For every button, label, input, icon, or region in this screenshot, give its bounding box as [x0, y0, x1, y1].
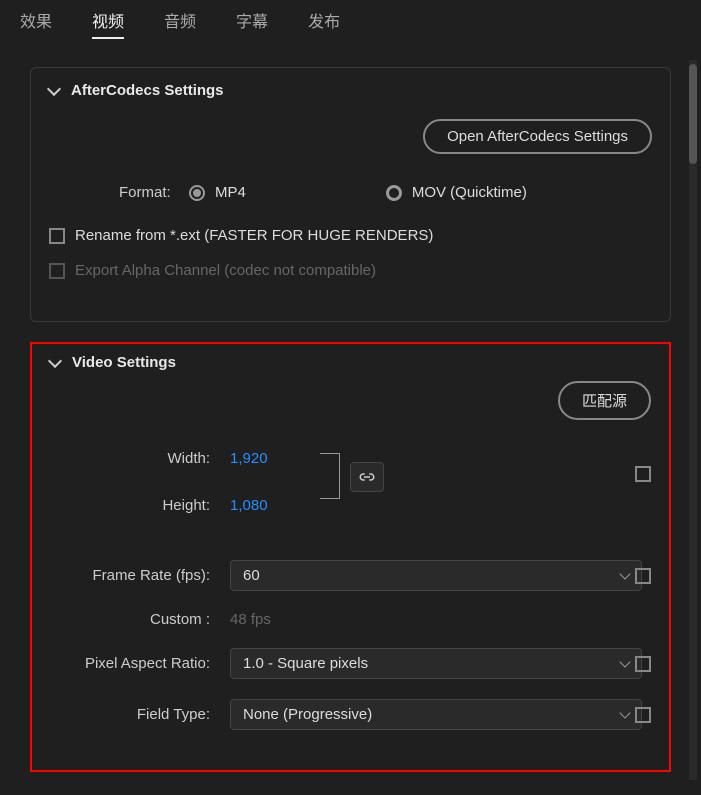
- aftercodecs-header[interactable]: AfterCodecs Settings: [49, 82, 652, 99]
- radio-mov-label: MOV (Quicktime): [412, 184, 527, 201]
- framerate-value: 60: [243, 567, 260, 584]
- width-label: Width:: [50, 450, 230, 467]
- fieldtype-value: None (Progressive): [243, 706, 372, 723]
- radio-mp4[interactable]: MP4: [189, 184, 246, 201]
- framerate-label: Frame Rate (fps):: [50, 567, 230, 584]
- scrollbar-thumb[interactable]: [689, 64, 697, 164]
- chevron-down-icon: [47, 82, 61, 96]
- video-settings-panel: Video Settings 匹配源 Width: 1,920 Height: …: [30, 342, 671, 772]
- aftercodecs-title: AfterCodecs Settings: [71, 82, 224, 99]
- tab-audio[interactable]: 音频: [164, 8, 196, 39]
- par-label: Pixel Aspect Ratio:: [50, 655, 230, 672]
- dimension-lock-checkbox[interactable]: [635, 466, 651, 482]
- framerate-select[interactable]: 60: [230, 560, 642, 591]
- height-input[interactable]: 1,080: [230, 497, 268, 514]
- radio-icon: [386, 185, 402, 201]
- custom-label: Custom :: [50, 611, 230, 628]
- radio-icon: [189, 185, 205, 201]
- chevron-down-icon: [619, 707, 630, 718]
- link-icon: [358, 470, 376, 484]
- width-input[interactable]: 1,920: [230, 450, 268, 467]
- par-value: 1.0 - Square pixels: [243, 655, 368, 672]
- par-lock-checkbox[interactable]: [635, 656, 651, 672]
- fieldtype-lock-checkbox[interactable]: [635, 707, 651, 723]
- alpha-checkbox-row: Export Alpha Channel (codec not compatib…: [49, 262, 652, 279]
- rename-checkbox-row: Rename from *.ext (FASTER FOR HUGE RENDE…: [49, 227, 652, 244]
- rename-checkbox[interactable]: [49, 228, 65, 244]
- par-select[interactable]: 1.0 - Square pixels: [230, 648, 642, 679]
- video-settings-header[interactable]: Video Settings: [50, 354, 651, 371]
- open-aftercodecs-button[interactable]: Open AfterCodecs Settings: [423, 119, 652, 154]
- link-bracket: [320, 453, 340, 499]
- video-settings-title: Video Settings: [72, 354, 176, 371]
- radio-mp4-label: MP4: [215, 184, 246, 201]
- radio-mov[interactable]: MOV (Quicktime): [386, 184, 527, 201]
- height-label: Height:: [50, 497, 230, 514]
- format-label: Format:: [119, 184, 189, 201]
- fieldtype-select[interactable]: None (Progressive): [230, 699, 642, 730]
- tab-publish[interactable]: 发布: [308, 8, 340, 39]
- format-row: Format: MP4 MOV (Quicktime): [49, 184, 652, 201]
- tab-video[interactable]: 视频: [92, 8, 124, 39]
- fieldtype-label: Field Type:: [50, 706, 230, 723]
- chevron-down-icon: [619, 656, 630, 667]
- top-tabs: 效果 视频 音频 字幕 发布: [0, 0, 701, 47]
- custom-value: 48 fps: [230, 611, 271, 628]
- alpha-label: Export Alpha Channel (codec not compatib…: [75, 262, 376, 279]
- framerate-lock-checkbox[interactable]: [635, 568, 651, 584]
- tab-effects[interactable]: 效果: [20, 8, 52, 39]
- link-aspect-button[interactable]: [350, 462, 384, 492]
- chevron-down-icon: [48, 354, 62, 368]
- match-source-button[interactable]: 匹配源: [558, 381, 651, 420]
- alpha-checkbox: [49, 263, 65, 279]
- rename-label: Rename from *.ext (FASTER FOR HUGE RENDE…: [75, 227, 433, 244]
- scrollbar[interactable]: [689, 60, 697, 780]
- aftercodecs-panel: AfterCodecs Settings Open AfterCodecs Se…: [30, 67, 671, 322]
- tab-captions[interactable]: 字幕: [236, 8, 268, 39]
- chevron-down-icon: [619, 568, 630, 579]
